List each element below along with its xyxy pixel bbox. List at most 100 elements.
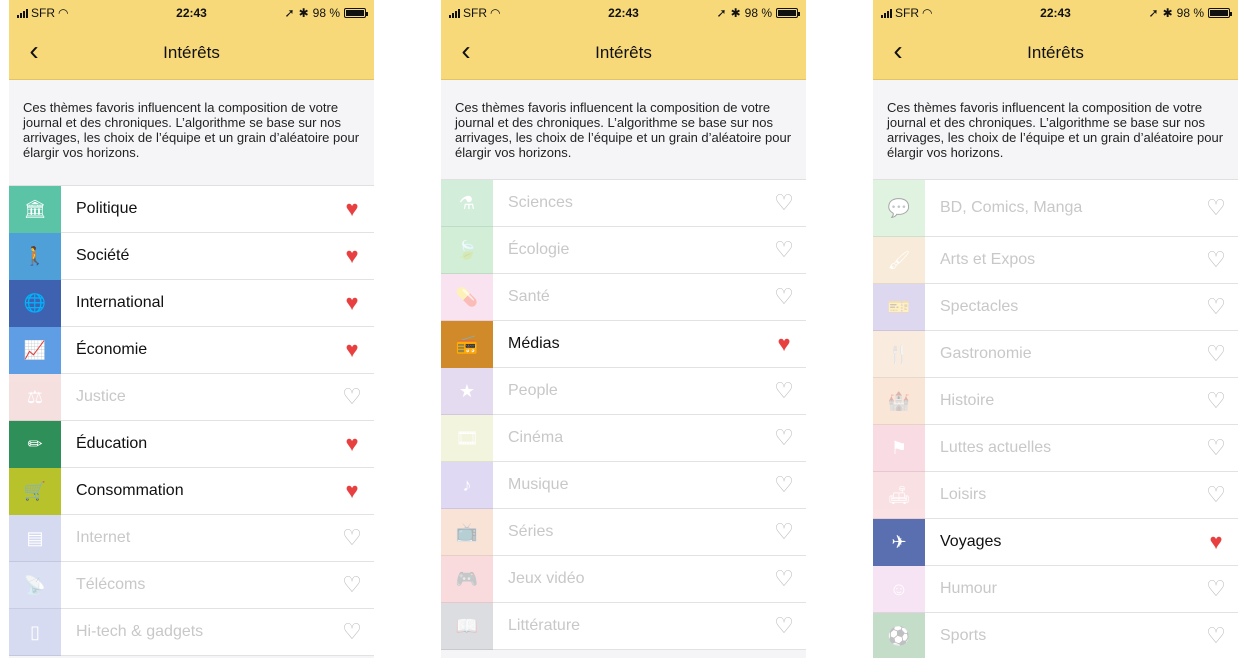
heart-outline-icon[interactable]: ♡ — [1194, 623, 1238, 649]
ball-icon: ⚽ — [873, 612, 925, 658]
heart-outline-icon[interactable]: ♡ — [330, 384, 374, 410]
heart-outline-icon[interactable]: ♡ — [1194, 482, 1238, 508]
heart-filled-icon[interactable]: ♥ — [330, 431, 374, 457]
heart-filled-icon[interactable]: ♥ — [762, 331, 806, 357]
heart-outline-icon[interactable]: ♡ — [1194, 247, 1238, 273]
battery-label: 98 % — [744, 6, 772, 20]
heart-outline-icon[interactable]: ♡ — [762, 237, 806, 263]
heart-outline-icon[interactable]: ♡ — [762, 519, 806, 545]
interest-label: Histoire — [940, 392, 995, 409]
battery-icon — [344, 8, 368, 18]
interest-list: 💬 BD, Comics, Manga ♡ 🖌 Arts et Expos ♡ 🎫 Spect… — [873, 179, 1238, 658]
interest-label: Internet — [76, 529, 131, 546]
location-icon: ➚ — [284, 6, 295, 20]
interest-row[interactable]: ☺ Humour ♡ — [873, 565, 1238, 613]
heart-outline-icon[interactable]: ♡ — [762, 284, 806, 310]
phone-icon: ▯ — [9, 608, 61, 656]
heart-outline-icon[interactable]: ♡ — [762, 190, 806, 216]
heart-filled-icon[interactable]: ♥ — [330, 290, 374, 316]
status-right: ➚ ✱ 98 % — [284, 6, 368, 20]
cutlery-icon: 🍴 — [873, 330, 925, 378]
interest-row[interactable]: ⚖ Justice ♡ — [9, 373, 374, 421]
heart-outline-icon[interactable]: ♡ — [762, 472, 806, 498]
gamepad-icon: 🎮 — [441, 555, 493, 603]
brush-icon: 🖌 — [873, 236, 925, 284]
plane-icon: ✈ — [873, 518, 925, 566]
interest-label: Luttes actuelles — [940, 439, 1052, 456]
heart-outline-icon[interactable]: ♡ — [330, 619, 374, 645]
heart-outline-icon[interactable]: ♡ — [330, 525, 374, 551]
status-right: ➚ ✱ 98 % — [717, 6, 800, 20]
interest-label: International — [76, 294, 165, 311]
heart-outline-icon[interactable]: ♡ — [1194, 388, 1238, 414]
interest-row[interactable]: ✈ Voyages ♥ — [873, 518, 1238, 566]
status-bar: SFR ◠ 22:43 ➚ ✱ 98 % — [441, 0, 806, 26]
interest-row[interactable]: 🎫 Spectacles ♡ — [873, 283, 1238, 331]
heart-outline-icon[interactable]: ♡ — [1194, 195, 1238, 221]
interest-row[interactable]: 🍴 Gastronomie ♡ — [873, 330, 1238, 378]
sofa-icon: 🛋 — [873, 471, 925, 519]
interest-label: Arts et Expos — [940, 251, 1036, 268]
interest-row[interactable]: ▯ Hi-tech & gadgets ♡ — [9, 608, 374, 656]
heart-outline-icon[interactable]: ♡ — [762, 613, 806, 639]
interest-row[interactable]: 🌐 International ♥ — [9, 279, 374, 327]
interest-label: Cinéma — [508, 429, 564, 446]
interest-row[interactable]: 🏛 Politique ♥ — [9, 185, 374, 233]
heart-outline-icon[interactable]: ♡ — [762, 425, 806, 451]
heart-outline-icon[interactable]: ♡ — [1194, 341, 1238, 367]
interest-row[interactable]: 🛒 Consommation ♥ — [9, 467, 374, 515]
interest-row[interactable]: ⚗ Sciences ♡ — [441, 179, 806, 227]
interest-row[interactable]: 💬 BD, Comics, Manga ♡ — [873, 179, 1238, 237]
interest-row[interactable]: 🏰 Histoire ♡ — [873, 377, 1238, 425]
interest-row[interactable]: 🎮 Jeux vidéo ♡ — [441, 555, 806, 603]
heart-filled-icon[interactable]: ♥ — [330, 337, 374, 363]
heart-outline-icon[interactable]: ♡ — [1194, 435, 1238, 461]
interest-row[interactable]: 🖌 Arts et Expos ♡ — [873, 236, 1238, 284]
page-title: Intérêts — [595, 43, 652, 62]
heart-filled-icon[interactable]: ♥ — [330, 478, 374, 504]
radio-icon: 📻 — [441, 320, 493, 368]
interest-row[interactable]: ⚽ Sports ♡ — [873, 612, 1238, 658]
leaf-icon: 🍃 — [441, 226, 493, 274]
interest-row[interactable]: 📈 Économie ♥ — [9, 326, 374, 374]
heart-filled-icon[interactable]: ♥ — [330, 243, 374, 269]
monument-icon: 🏰 — [873, 377, 925, 425]
interest-list: 🏛 Politique ♥ 🚶 Société ♥ 🌐 International ♥ 📈 Écon… — [9, 185, 374, 656]
interest-row[interactable]: ✏ Éducation ♥ — [9, 420, 374, 468]
heart-outline-icon[interactable]: ♡ — [762, 566, 806, 592]
book-icon: 📖 — [441, 602, 493, 650]
cart-icon: 🛒 — [9, 467, 61, 515]
interest-row[interactable]: 📺 Séries ♡ — [441, 508, 806, 556]
status-bar: SFR ◠ 22:43 ➚ ✱ 98 % — [9, 0, 374, 26]
interest-row[interactable]: 🎞 Cinéma ♡ — [441, 414, 806, 462]
nav-bar: ‹ Intérêts — [9, 26, 374, 80]
page-title: Intérêts — [1027, 43, 1084, 62]
interest-label: Littérature — [508, 617, 581, 634]
heart-outline-icon[interactable]: ♡ — [762, 378, 806, 404]
interest-label: Gastronomie — [940, 345, 1032, 362]
interest-row[interactable]: 📖 Littérature ♡ — [441, 602, 806, 650]
interest-label: Humour — [940, 580, 997, 597]
interest-row[interactable]: ⚑ Luttes actuelles ♡ — [873, 424, 1238, 472]
intro-text: Ces thèmes favoris influencent la compos… — [887, 100, 1224, 160]
nav-bar: ‹ Intérêts — [873, 26, 1238, 80]
interest-row[interactable]: 🛋 Loisirs ♡ — [873, 471, 1238, 519]
heart-outline-icon[interactable]: ♡ — [1194, 294, 1238, 320]
interest-row[interactable]: 🍃 Écologie ♡ — [441, 226, 806, 274]
interest-label: Loisirs — [940, 486, 987, 503]
interest-row[interactable]: 📡 Télécoms ♡ — [9, 561, 374, 609]
battery-label: 98 % — [312, 6, 340, 20]
interest-row[interactable]: ★ People ♡ — [441, 367, 806, 415]
interest-label: Économie — [76, 341, 148, 358]
bluetooth-icon: ✱ — [298, 6, 309, 20]
interest-row[interactable]: ♪ Musique ♡ — [441, 461, 806, 509]
interest-row[interactable]: 🚶 Société ♥ — [9, 232, 374, 280]
heart-filled-icon[interactable]: ♥ — [1194, 529, 1238, 555]
heart-filled-icon[interactable]: ♥ — [330, 196, 374, 222]
interest-row[interactable]: ▤ Internet ♡ — [9, 514, 374, 562]
tv-icon: 📺 — [441, 508, 493, 556]
interest-row[interactable]: 💊 Santé ♡ — [441, 273, 806, 321]
heart-outline-icon[interactable]: ♡ — [1194, 576, 1238, 602]
heart-outline-icon[interactable]: ♡ — [330, 572, 374, 598]
interest-row[interactable]: 📻 Médias ♥ — [441, 320, 806, 368]
